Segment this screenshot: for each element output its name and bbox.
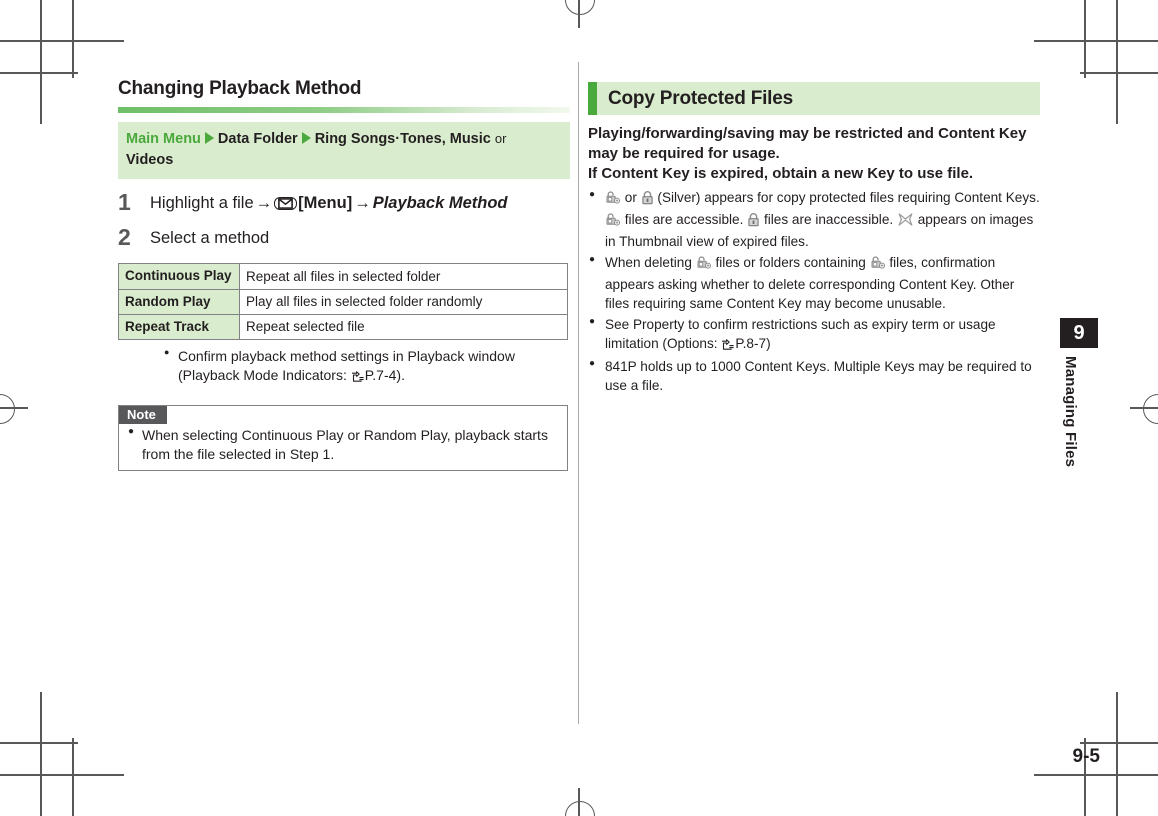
step-2: 2 Select a method: [118, 225, 570, 249]
content-key-file-icon: [605, 213, 621, 232]
nav-item-main-menu: Main Menu: [126, 131, 201, 147]
step-1-key-label: [Menu]: [298, 194, 353, 213]
section-heading-right-text: Copy Protected Files: [608, 87, 793, 109]
list-item: 841P holds up to 1000 Content Keys. Mult…: [588, 357, 1040, 396]
list-item: When deleting files or folders containin…: [588, 253, 1040, 314]
crop-mark-top-left-v2: [40, 0, 42, 124]
heading-rule: [118, 107, 570, 113]
right-column: Copy Protected Files Playing/forwarding/…: [588, 82, 1040, 397]
chevron-right-icon-1: [204, 132, 214, 144]
registration-mark-left-tick: [0, 407, 28, 409]
method-name-cell: Random Play: [118, 288, 240, 315]
chevron-right-icon-2: [301, 132, 311, 144]
heading-accent-bar: [588, 82, 597, 115]
lead-line-1: Playing/forwarding/saving may be restric…: [588, 125, 1027, 162]
note-label: Note: [119, 405, 167, 424]
step-1-body: Highlight a file → [Menu] → Playback Method: [150, 190, 508, 214]
manual-page: Changing Playback Method Main Menu Data F…: [0, 0, 1158, 816]
reference-hand-icon: [721, 337, 735, 356]
registration-mark-top-tick: [578, 0, 580, 28]
crop-mark-top-left-h: [0, 72, 78, 74]
expired-x-icon: [897, 212, 914, 232]
crop-mark-top-right-v: [1084, 0, 1086, 78]
sub-bullet-text-2: ).: [396, 366, 405, 383]
registration-mark-left: [0, 394, 15, 424]
lead-paragraph: Playing/forwarding/saving may be restric…: [588, 124, 1040, 184]
table-row: Continuous Play Repeat all files in sele…: [118, 263, 568, 290]
nav-item-videos: Videos: [126, 152, 174, 169]
crop-mark-bottom-left-h: [0, 742, 78, 744]
playback-method-table-body: Continuous Play Repeat all files in sele…: [118, 263, 568, 340]
registration-mark-right: [1143, 394, 1158, 424]
playback-method-table: Continuous Play Repeat all files in sele…: [118, 263, 568, 340]
registration-mark-top: [565, 0, 595, 15]
section-heading-right: Copy Protected Files: [588, 82, 1040, 115]
list-item: When selecting Continuous Play or Random…: [127, 425, 559, 464]
crop-mark-top-right-h: [1080, 72, 1158, 74]
crop-mark-top-left-v: [72, 0, 74, 78]
column-divider: [578, 62, 579, 724]
step-1-number: 1: [118, 189, 131, 216]
section-heading-left: Changing Playback Method: [118, 78, 362, 99]
note-box: Note When selecting Continuous Play or R…: [118, 404, 568, 472]
nav-item-data-folder: Data Folder: [217, 131, 298, 147]
content-key-file-icon: [605, 191, 621, 210]
nav-item-ring-songs: Ring Songs·Tones, Music: [314, 131, 491, 147]
list-item: Confirm playback method settings in Play…: [164, 346, 570, 388]
padlock-silver-icon: [747, 213, 760, 232]
crop-mark-top-right-h2: [1034, 40, 1158, 42]
list-item: or (Silver) appears for copy protected f…: [588, 188, 1040, 252]
step-2-body: Select a method: [150, 229, 270, 248]
step-1: 1 Highlight a file → [Menu] → Playback Metho…: [118, 190, 570, 214]
chapter-number-tab: 9: [1060, 318, 1098, 348]
method-desc-cell: Play all files in selected folder random…: [239, 288, 568, 315]
method-desc-cell: Repeat selected file: [239, 313, 568, 340]
sub-bullet-list: Confirm playback method settings in Play…: [164, 346, 570, 388]
list-item: See Property to confirm restrictions suc…: [588, 315, 1040, 357]
note-body: When selecting Continuous Play or Random…: [119, 425, 567, 464]
padlock-silver-icon: [641, 190, 654, 210]
sub-bullet-reference: P.7-4: [364, 366, 397, 383]
crop-mark-bottom-left-v2: [40, 692, 42, 816]
envelope-key-icon: [274, 197, 298, 211]
step-2-number: 2: [118, 224, 131, 251]
crop-mark-bottom-left-h2: [0, 774, 124, 776]
table-row: Repeat Track Repeat selected file: [118, 313, 568, 340]
crop-mark-bottom-right-h2: [1034, 774, 1158, 776]
nav-connector-or: or: [494, 131, 507, 146]
method-name-cell: Continuous Play: [118, 263, 240, 290]
right-bullet-list: or (Silver) appears for copy protected f…: [588, 188, 1040, 396]
content-key-file-icon: [870, 256, 886, 275]
table-row: Random Play Play all files in selected f…: [118, 288, 568, 315]
lead-line-2: If Content Key is expired, obtain a new …: [588, 164, 974, 182]
method-name-cell: Repeat Track: [118, 313, 240, 340]
crop-mark-top-left-h2: [0, 40, 124, 42]
step-1-arrow-2: →: [354, 194, 371, 213]
chapter-title-vertical: Managing Files: [1062, 356, 1079, 468]
crop-mark-bottom-left-v: [72, 738, 74, 816]
registration-mark-right-tick: [1130, 407, 1158, 409]
page-number: 9-5: [1072, 746, 1100, 767]
crop-mark-bottom-right-h: [1080, 742, 1158, 744]
navigation-path: Main Menu Data Folder Ring Songs·Tones, Mu…: [118, 122, 570, 180]
registration-mark-bottom: [565, 801, 595, 816]
step-1-text-before: Highlight a file: [150, 194, 254, 213]
crop-mark-top-right-v2: [1116, 0, 1118, 124]
registration-mark-bottom-tick: [578, 788, 580, 816]
sub-bullet-text-1: Confirm playback method settings in Play…: [178, 347, 515, 383]
left-column: Changing Playback Method Main Menu Data F…: [118, 78, 570, 472]
crop-mark-bottom-right-v2: [1116, 692, 1118, 816]
step-1-text-after: Playback Method: [372, 194, 508, 213]
method-desc-cell: Repeat all files in selected folder: [239, 263, 568, 290]
content-key-file-icon: [696, 256, 712, 275]
step-1-arrow-1: →: [255, 194, 273, 213]
reference-hand-icon: [351, 369, 365, 388]
